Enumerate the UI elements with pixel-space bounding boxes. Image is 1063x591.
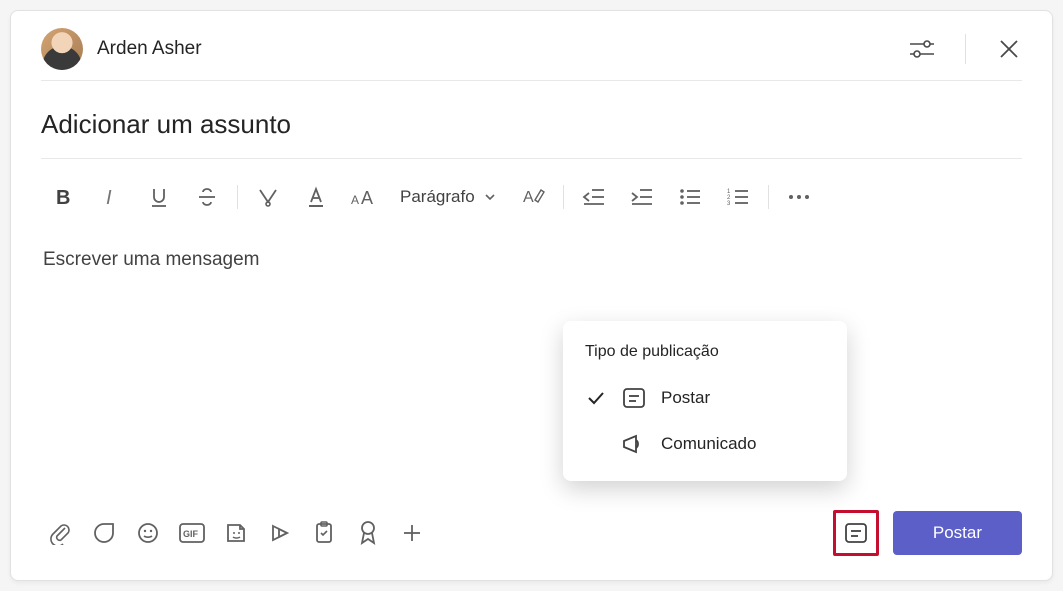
bold-button[interactable]: B [41, 177, 85, 217]
post-icon [621, 387, 647, 409]
stream-icon[interactable] [261, 514, 299, 552]
loop-icon[interactable] [85, 514, 123, 552]
bottom-icons: GIF [41, 514, 431, 552]
praise-icon[interactable] [349, 514, 387, 552]
underline-button[interactable] [137, 177, 181, 217]
gif-icon[interactable]: GIF [173, 514, 211, 552]
add-app-icon[interactable] [393, 514, 431, 552]
highlight-button[interactable] [246, 177, 290, 217]
check-icon [585, 391, 607, 405]
numbered-list-button[interactable]: 123 [716, 177, 760, 217]
post-button[interactable]: Postar [893, 511, 1022, 555]
format-toolbar: B I AA Parágrafo A 123 [41, 173, 1022, 221]
attach-icon[interactable] [41, 514, 79, 552]
avatar[interactable] [41, 28, 83, 70]
font-color-button[interactable] [294, 177, 338, 217]
header-actions [909, 34, 1022, 64]
post-type-button[interactable] [833, 510, 879, 556]
approvals-icon[interactable] [305, 514, 343, 552]
chevron-down-icon [483, 190, 497, 204]
bullet-list-button[interactable] [668, 177, 712, 217]
svg-text:B: B [56, 187, 70, 208]
message-input[interactable]: Escrever uma mensagem [41, 221, 1022, 391]
settings-icon[interactable] [909, 36, 935, 62]
post-type-popup: Tipo de publicação Postar Comunicado [563, 321, 847, 481]
popup-title: Tipo de publicação [581, 343, 829, 361]
popup-item-label: Postar [661, 388, 710, 408]
font-size-button[interactable]: AA [342, 177, 386, 217]
close-icon[interactable] [996, 36, 1022, 62]
toolbar-separator [768, 185, 769, 209]
svg-text:3: 3 [727, 201, 731, 207]
indent-increase-button[interactable] [620, 177, 664, 217]
paragraph-label: Parágrafo [400, 187, 475, 207]
svg-text:A: A [523, 189, 534, 206]
megaphone-icon [621, 433, 647, 455]
popup-item-post[interactable]: Postar [581, 375, 829, 421]
indent-decrease-button[interactable] [572, 177, 616, 217]
compose-header: Arden Asher [41, 31, 1022, 81]
bottom-bar: GIF Postar [41, 510, 1022, 556]
subject-input[interactable] [41, 101, 1022, 159]
username-label: Arden Asher [97, 38, 202, 60]
emoji-icon[interactable] [129, 514, 167, 552]
right-actions: Postar [833, 510, 1022, 556]
toolbar-separator [563, 185, 564, 209]
clear-format-button[interactable]: A [511, 177, 555, 217]
sticker-icon[interactable] [217, 514, 255, 552]
svg-text:GIF: GIF [183, 529, 199, 539]
header-divider [965, 34, 966, 64]
italic-button[interactable]: I [89, 177, 133, 217]
svg-text:A: A [351, 193, 359, 207]
popup-item-label: Comunicado [661, 434, 756, 454]
popup-item-announcement[interactable]: Comunicado [581, 421, 829, 467]
svg-text:I: I [106, 187, 112, 208]
toolbar-separator [237, 185, 238, 209]
more-options-button[interactable] [777, 177, 821, 217]
svg-text:A: A [361, 188, 373, 208]
strikethrough-button[interactable] [185, 177, 229, 217]
compose-card: Arden Asher B I AA Parágrafo A 123 [10, 10, 1053, 581]
paragraph-dropdown[interactable]: Parágrafo [390, 177, 507, 217]
